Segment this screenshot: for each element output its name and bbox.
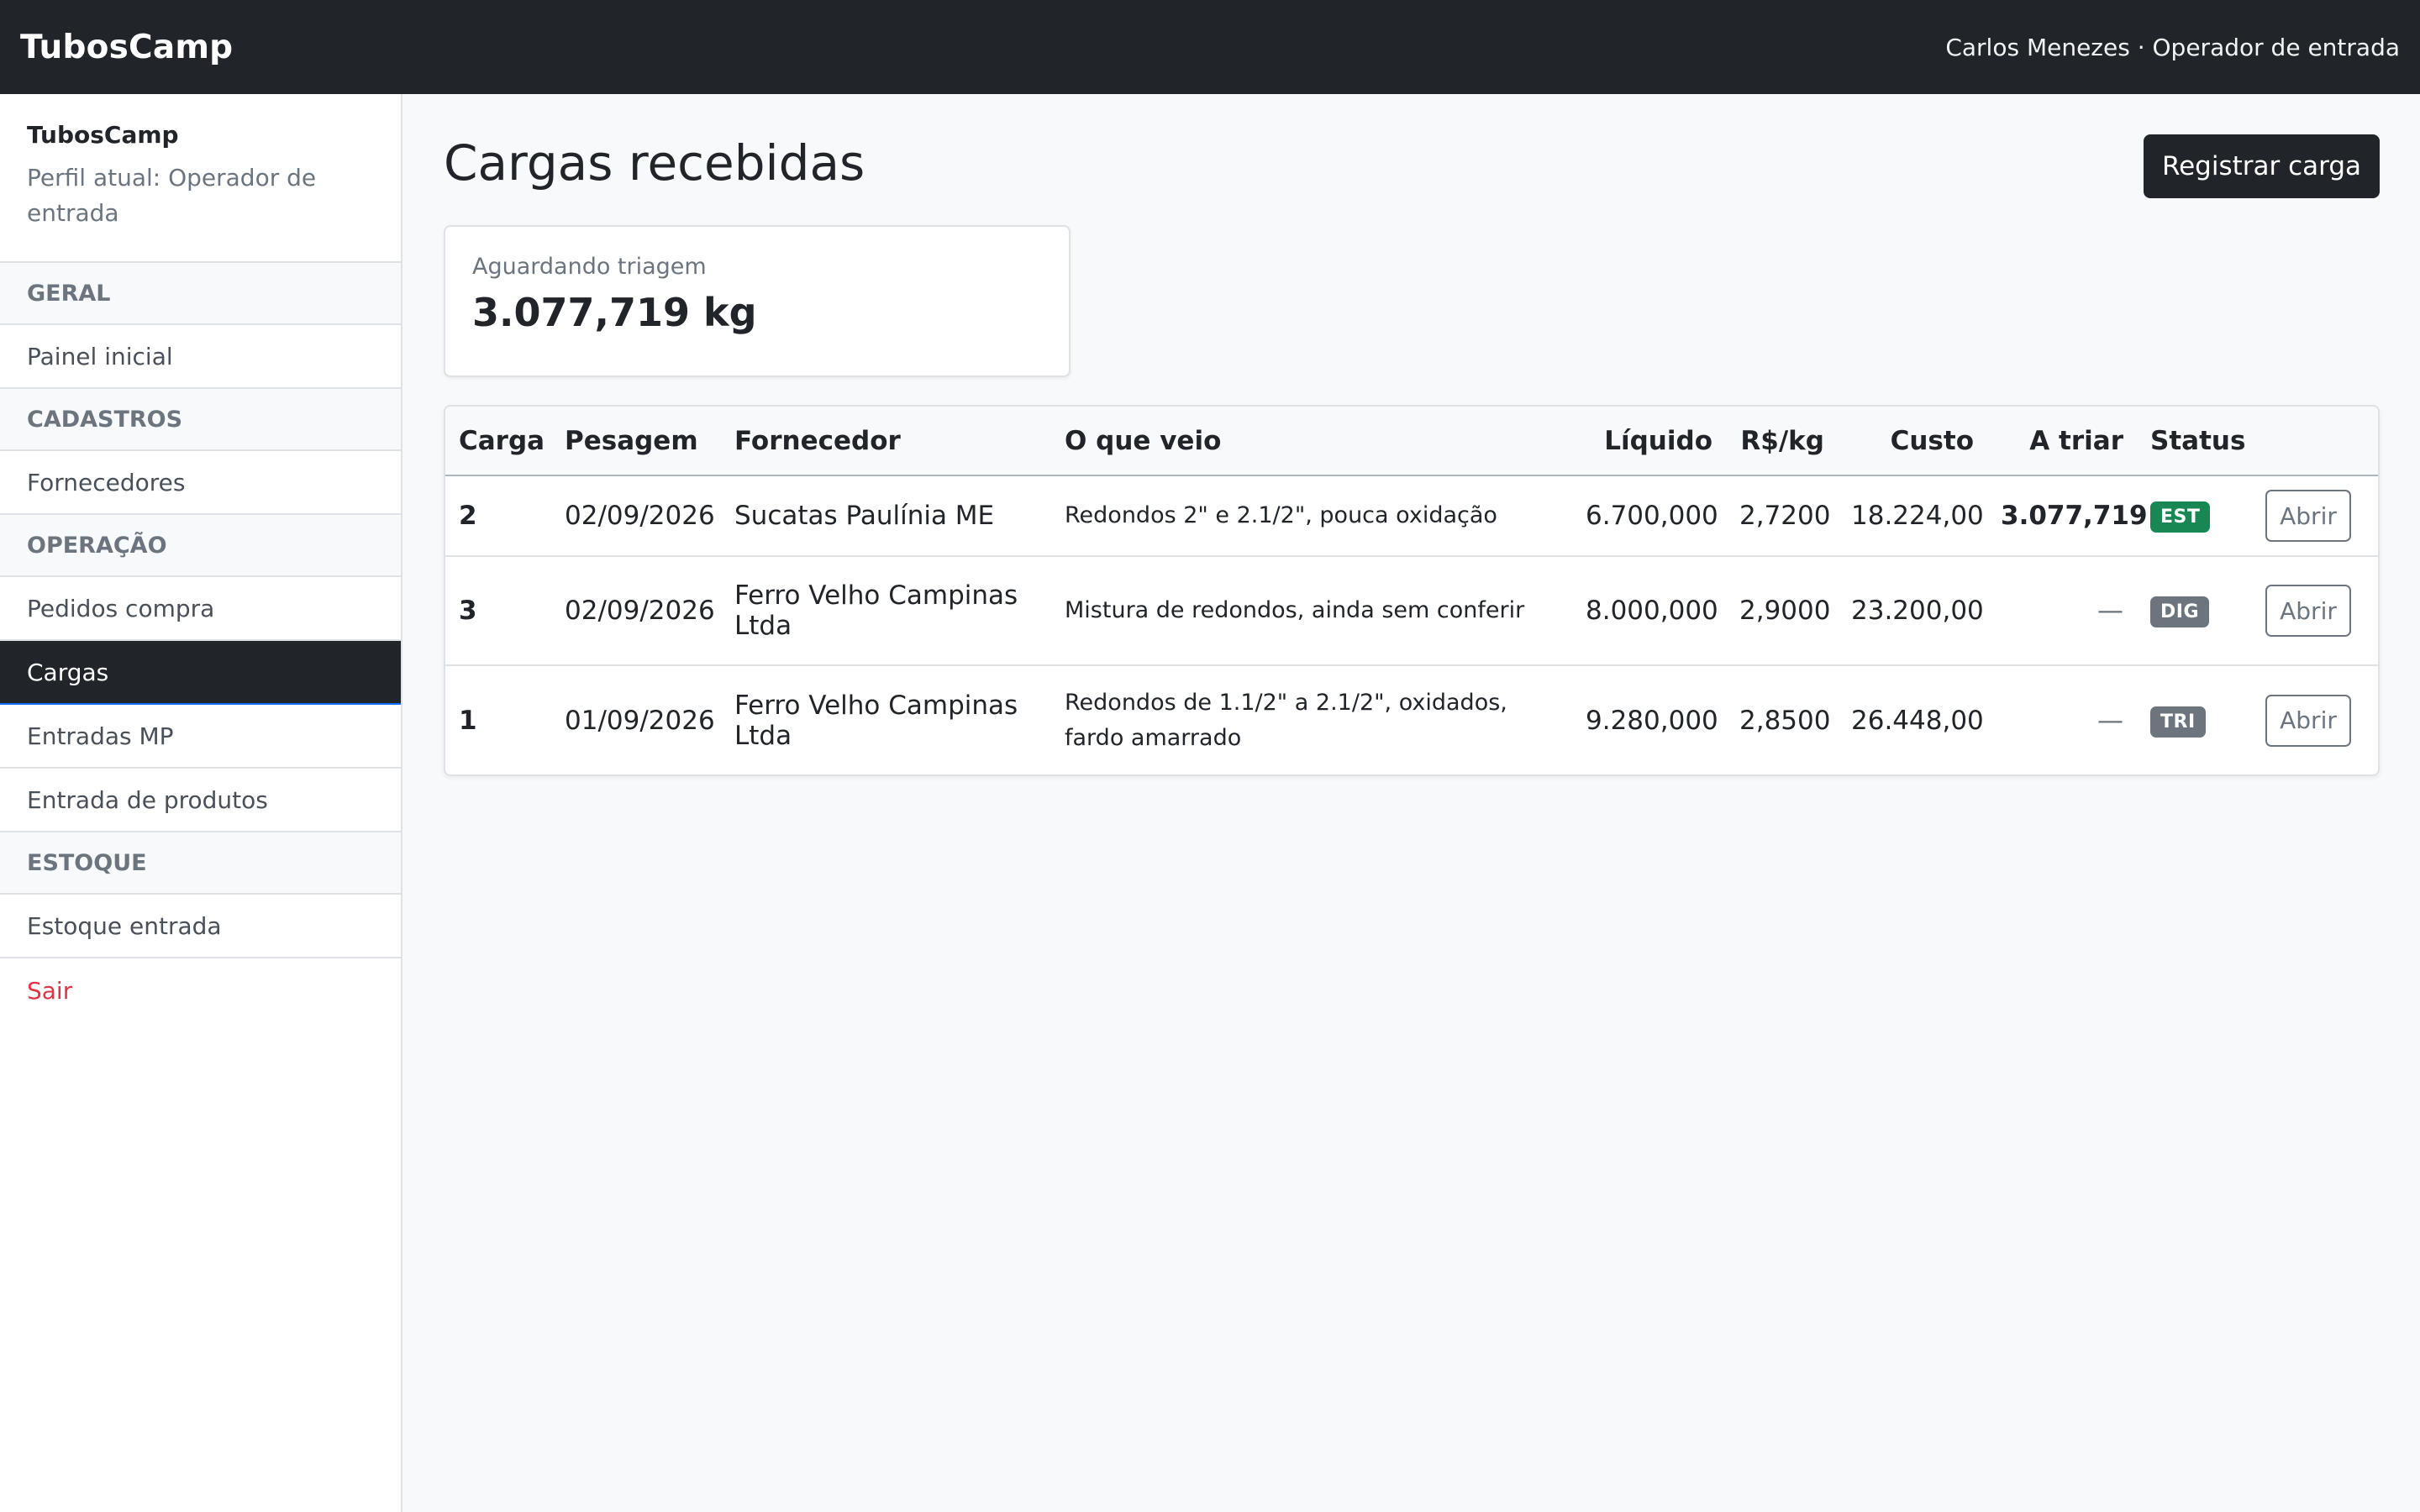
cell-actions: Abrir <box>2252 665 2378 774</box>
column-header-carga: Carga <box>445 407 551 476</box>
sidebar-profile: Perfil atual: Operador de entrada <box>27 164 317 227</box>
open-load-button[interactable]: Abrir <box>2265 694 2351 747</box>
open-load-button[interactable]: Abrir <box>2265 490 2351 542</box>
cell-liquido: 6.700,000 <box>1572 475 1726 557</box>
column-header-pesagem: Pesagem <box>551 407 721 476</box>
sidebar-item-cargas[interactable]: Cargas <box>0 641 401 705</box>
column-header-custo: Custo <box>1838 407 1987 476</box>
column-header-actions <box>2252 407 2378 476</box>
cell-descricao: Redondos 2" e 2.1/2", pouca oxidação <box>1051 475 1572 557</box>
sidebar: TubosCamp Perfil atual: Operador de entr… <box>0 94 402 1512</box>
sidebar-item-painel-inicial[interactable]: Painel inicial <box>0 325 401 389</box>
sidebar-section-geral: GERAL <box>0 263 401 325</box>
sidebar-item-entrada-de-produtos[interactable]: Entrada de produtos <box>0 769 401 832</box>
cell-fornecedor: Ferro Velho Campinas Ltda <box>734 690 1018 751</box>
cell-carga: 3 <box>445 556 551 666</box>
summary-card-label: Aguardando triagem <box>472 254 707 280</box>
cell-liquido: 9.280,000 <box>1586 705 1718 736</box>
sidebar-item-fornecedores[interactable]: Fornecedores <box>0 451 401 515</box>
cell-fornecedor: Ferro Velho Campinas Ltda <box>721 556 1051 666</box>
navbar-brand[interactable]: TubosCamp <box>20 29 233 66</box>
current-user-info: Carlos Menezes · Operador de entrada <box>1945 33 2400 61</box>
column-header-fornecedor: Fornecedor <box>721 407 1051 476</box>
column-header-liquido: Líquido <box>1572 407 1726 476</box>
sidebar-section-cadastros: CADASTROS <box>0 389 401 451</box>
status-badge: EST <box>2150 501 2211 533</box>
sidebar-section-operacao: OPERAÇÃO <box>0 515 401 577</box>
column-header-a-triar: A triar <box>1987 407 2137 476</box>
cell-pesagem: 01/09/2026 <box>565 705 715 736</box>
cell-descricao: Mistura de redondos, ainda sem conferir <box>1051 556 1572 666</box>
cell-descricao: Redondos de 1.1/2" a 2.1/2", oxidados, f… <box>1065 689 1507 751</box>
sidebar-section-estoque: ESTOQUE <box>0 832 401 895</box>
sidebar-header: TubosCamp Perfil atual: Operador de entr… <box>0 94 401 263</box>
cell-pesagem: 02/09/2026 <box>551 556 721 666</box>
cell-liquido: 8.000,000 <box>1572 556 1726 666</box>
column-header-status: Status <box>2137 407 2252 476</box>
logout-link[interactable]: Sair <box>0 958 401 1022</box>
table-row: 3 02/09/2026 Ferro Velho Campinas Ltda M… <box>445 556 2378 666</box>
status-badge: DIG <box>2150 596 2210 627</box>
status-badge: TRI <box>2150 706 2206 738</box>
cell-custo: 18.224,00 <box>1838 475 1987 557</box>
open-load-button[interactable]: Abrir <box>2265 585 2351 637</box>
cell-status: DIG <box>2137 556 2252 666</box>
cell-preco: 2,8500 <box>1739 705 1831 736</box>
cell-preco: 2,9000 <box>1726 556 1838 666</box>
table-row: 2 02/09/2026 Sucatas Paulínia ME Redondo… <box>445 475 2378 557</box>
top-navbar: TubosCamp Carlos Menezes · Operador de e… <box>0 0 2420 94</box>
summary-card-value: 3.077,719 kg <box>472 290 757 335</box>
cell-fornecedor: Sucatas Paulínia ME <box>721 475 1051 557</box>
sidebar-item-pedidos-compra[interactable]: Pedidos compra <box>0 577 401 641</box>
cell-custo: 26.448,00 <box>1851 705 1984 736</box>
cell-a-triar: 3.077,719 <box>1987 475 2148 557</box>
cell-carga: 1 <box>459 705 477 736</box>
table-header-row: Carga Pesagem Fornecedor O que veio Líqu… <box>445 407 2378 476</box>
cell-status: TRI <box>2137 665 2252 774</box>
sidebar-app-name: TubosCamp <box>27 121 179 149</box>
column-header-preco: R$/kg <box>1726 407 1838 476</box>
cell-preco: 2,7200 <box>1726 475 1838 557</box>
cell-pesagem: 02/09/2026 <box>551 475 721 557</box>
column-header-descricao: O que veio <box>1051 407 1572 476</box>
cell-actions: Abrir <box>2252 475 2378 557</box>
sidebar-item-estoque-entrada[interactable]: Estoque entrada <box>0 895 401 958</box>
cell-a-triar: — <box>2097 705 2123 736</box>
cell-actions: Abrir <box>2252 556 2378 666</box>
register-load-button[interactable]: Registrar carga <box>2144 134 2380 198</box>
summary-card: Aguardando triagem 3.077,719 kg <box>444 225 1071 377</box>
cell-a-triar: — <box>1987 556 2137 666</box>
cell-custo: 23.200,00 <box>1838 556 1987 666</box>
page-title: Cargas recebidas <box>444 134 865 192</box>
table-row: 1 01/09/2026 Ferro Velho Campinas Ltda R… <box>445 665 2378 774</box>
cell-carga: 2 <box>445 475 551 557</box>
sidebar-item-entradas-mp[interactable]: Entradas MP <box>0 705 401 769</box>
loads-table: Carga Pesagem Fornecedor O que veio Líqu… <box>444 405 2380 776</box>
cell-status: EST <box>2137 475 2252 557</box>
